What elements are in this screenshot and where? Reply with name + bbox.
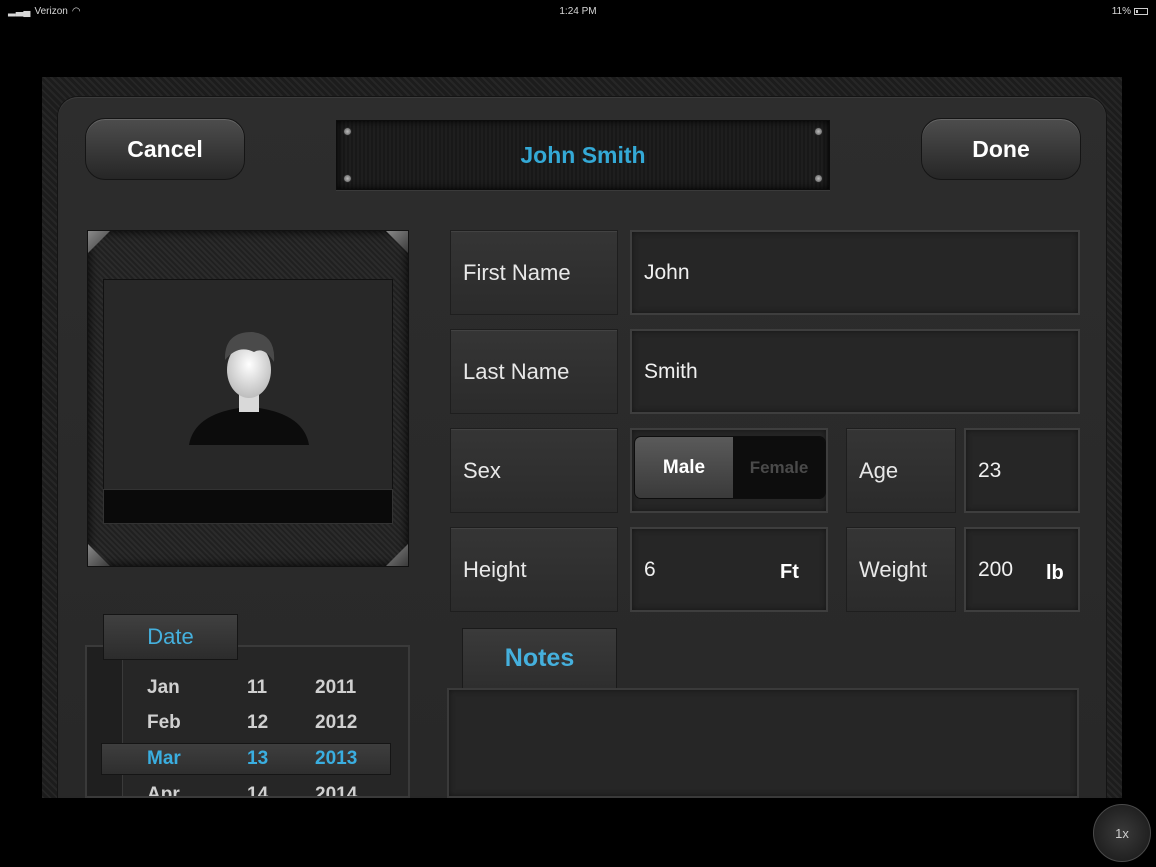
last-name-label: Last Name	[450, 329, 618, 414]
date-row-selected[interactable]: Mar 13 2013	[147, 742, 357, 776]
battery-icon	[1134, 8, 1148, 15]
notes-tab: Notes	[462, 628, 617, 688]
date-row[interactable]: Apr 14 2014	[147, 778, 358, 798]
last-name-field[interactable]: Smith	[630, 329, 1080, 414]
date-picker[interactable]: Jan 11 2011 Feb 12 2012 Mar 13 2013 Apr …	[85, 645, 410, 798]
first-name-field[interactable]: John	[630, 230, 1080, 315]
weight-unit: lb	[1046, 562, 1064, 584]
date-row[interactable]: Feb 12 2012	[147, 706, 357, 740]
date-year: 2013	[315, 748, 358, 769]
first-name-label: First Name	[450, 230, 618, 315]
date-month: Apr	[147, 784, 180, 798]
photo-area	[103, 279, 393, 524]
screw-icon	[814, 174, 823, 183]
date-picker-rail	[87, 647, 123, 796]
date-month: Feb	[147, 712, 181, 733]
date-day: 13	[247, 748, 269, 769]
battery-indicator: 11%	[1112, 6, 1148, 17]
segment-male[interactable]: Male	[635, 437, 733, 498]
corner-bracket-icon	[88, 544, 110, 566]
title-plate: John Smith	[336, 120, 830, 190]
sex-segmented-control[interactable]: Male Female	[634, 436, 826, 499]
status-time: 1:24 PM	[559, 6, 597, 17]
cancel-button[interactable]: Cancel	[85, 118, 245, 180]
notes-field[interactable]	[447, 688, 1079, 798]
date-day: 11	[247, 677, 268, 698]
page-title: John Smith	[520, 141, 646, 168]
done-button[interactable]: Done	[921, 118, 1081, 180]
photo-bottom-bar	[103, 489, 393, 524]
profile-photo-frame[interactable]	[87, 230, 409, 567]
corner-bracket-icon	[88, 231, 110, 253]
age-label: Age	[846, 428, 956, 513]
sex-label: Sex	[450, 428, 618, 513]
bottom-bar	[0, 798, 1156, 867]
battery-percent: 11%	[1111, 6, 1131, 17]
height-label: Height	[450, 527, 618, 612]
date-year: 2014	[315, 784, 358, 798]
screw-icon	[343, 127, 352, 136]
height-unit: Ft	[780, 561, 799, 583]
date-month: Mar	[147, 748, 181, 769]
date-month: Jan	[147, 677, 180, 698]
status-bar: ▂▃▄ Verizon ◠ 1:24 PM 11%	[0, 0, 1156, 24]
date-row[interactable]: Jan 11 2011	[147, 671, 356, 705]
date-day: 12	[247, 712, 269, 733]
weight-label: Weight	[846, 527, 956, 612]
date-year: 2011	[315, 677, 357, 698]
zoom-button[interactable]: 1x	[1093, 804, 1151, 862]
segment-female[interactable]: Female	[733, 437, 825, 498]
age-field[interactable]: 23	[964, 428, 1080, 513]
date-day: 14	[247, 784, 269, 798]
date-label-tab: Date	[103, 614, 238, 660]
corner-bracket-icon	[386, 231, 408, 253]
date-year: 2012	[315, 712, 358, 733]
screw-icon	[814, 127, 823, 136]
corner-bracket-icon	[386, 544, 408, 566]
screw-icon	[343, 174, 352, 183]
